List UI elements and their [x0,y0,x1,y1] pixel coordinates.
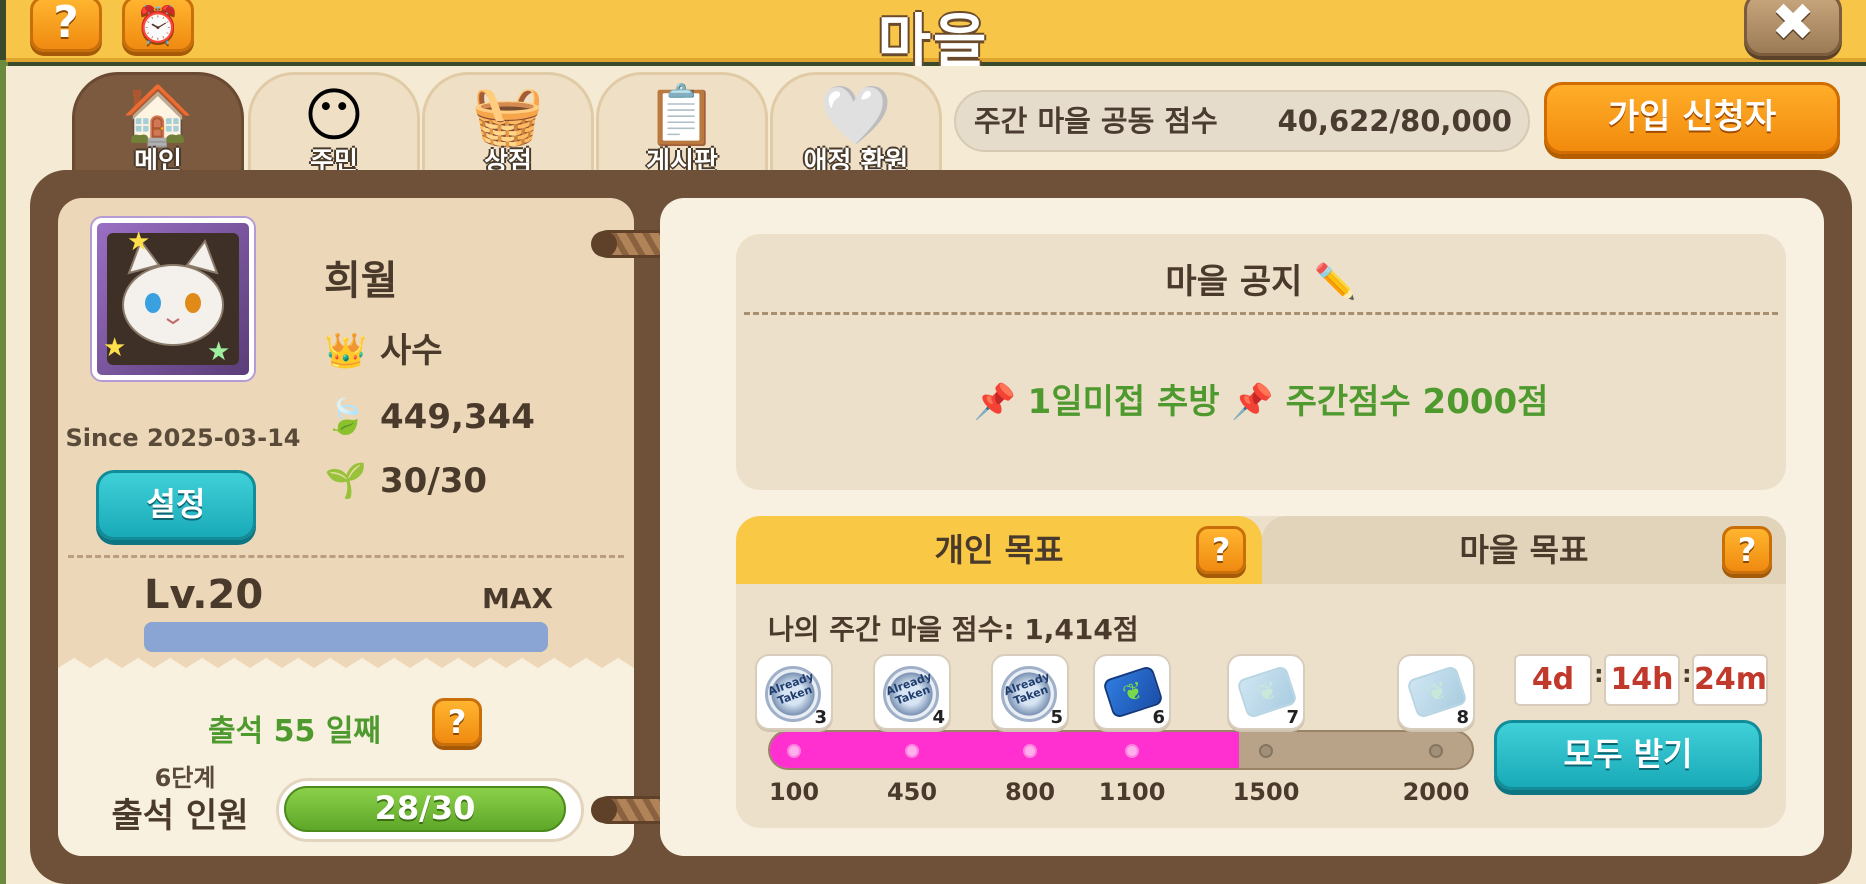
join-applicants-button[interactable]: 가입 신청자 [1544,82,1840,154]
milestone-score: 450 [886,778,938,806]
members-value: 30/30 [380,461,488,501]
notice-divider [744,312,1778,315]
help-button[interactable]: ? [30,0,102,52]
role-value: 사수 [380,331,443,371]
crown-icon: 👑 [324,331,368,371]
sprout-icon: 🌱 [324,461,368,501]
milestone-dot [1125,744,1139,758]
weekly-score-value: 40,622/80,000 [1277,104,1512,138]
reward-number: 6 [1152,707,1165,728]
village-notice: 마을 공지 ✏️ 📌 1일미접 추방 📌 주간점수 2000점 [736,234,1786,490]
attendance-label: 출석 인원 [111,796,249,836]
level-label: Lv.20 [144,572,264,618]
my-weekly-score: 나의 주간 마을 점수: 1,414점 [768,613,1139,646]
house-icon: 🏠 [121,81,195,149]
reward-number: 4 [932,707,945,728]
timer-separator: : [1594,660,1604,688]
tab-village-goal[interactable]: 마을 목표 [1262,516,1786,584]
goals-panel: 개인 목표 ? 마을 목표 ? 나의 주간 마을 점수: 1,414점 Alre… [736,516,1786,828]
alarm-icon: ⏰ [135,5,181,46]
tab-label: 마을 목표 [1459,531,1589,569]
timer-days: 4d [1514,654,1592,706]
milestone-score: 1100 [1098,778,1166,806]
milestone-dot [787,744,801,758]
attendance-help-button[interactable]: ? [432,698,482,746]
milestone-dot [1259,744,1273,758]
reward-number: 3 [814,707,827,728]
village-goal-help-button[interactable]: ? [1722,526,1772,574]
leaf-icon: 🍃 [324,397,368,437]
tab-affection-return[interactable]: 🤍 애정 환원 [770,72,942,180]
reward-number: 5 [1050,707,1063,728]
tab-shop[interactable]: 🧺 상점 [422,72,594,180]
profile-panel: ★ ★ ★ Since 2025-03-14 설정 희월 👑 사수 🍃 449,34… [58,198,634,856]
alarm-button[interactable]: ⏰ [122,0,194,52]
role-row: 👑 사수 [320,326,443,376]
milestone-score: 2000 [1402,778,1470,806]
avatar-image: ★ ★ ★ [103,227,239,367]
tab-main[interactable]: 🏠 메인 [72,72,244,180]
settings-button[interactable]: 설정 [96,470,256,540]
goal-progress-fill [770,732,1240,768]
personal-goal-help-button[interactable]: ? [1196,526,1246,574]
board-icon: 📋 [645,81,719,149]
max-label: MAX [482,582,554,615]
weekly-score-label: 주간 마을 공동 점수 [974,104,1218,138]
close-button[interactable]: ✖ [1744,0,1842,56]
milestone-score: 1500 [1232,778,1300,806]
reward-number: 7 [1286,707,1299,728]
timer-minutes: 24m [1692,654,1768,706]
milestone-score: 100 [768,778,820,806]
reward-3[interactable]: Already Taken 5 [991,654,1069,730]
reward-5[interactable]: ❦ 7 [1227,654,1305,730]
basket-icon: 🧺 [471,81,545,149]
tab-label: 개인 목표 [934,531,1064,569]
timer-separator: : [1682,660,1692,688]
reward-2[interactable]: Already Taken 4 [873,654,951,730]
heart-icon: 🤍 [819,81,893,149]
notice-title: 마을 공지 ✏️ [736,254,1786,303]
resident-icon: 😶 [303,81,365,149]
notice-title-text: 마을 공지 [1165,262,1303,302]
milestone-score: 800 [1004,778,1056,806]
milestone-dot [905,744,919,758]
star-icon: ★ [207,337,231,367]
goal-progress-track [768,730,1474,770]
avatar[interactable]: ★ ★ ★ [92,218,254,380]
milestone-dot [1023,744,1037,758]
leaves-value: 449,344 [380,397,535,437]
reward-number: 8 [1456,707,1469,728]
reward-4[interactable]: ❦ 6 [1093,654,1171,730]
milestone-dot [1429,744,1443,758]
tab-board[interactable]: 📋 게시판 [596,72,768,180]
star-icon: ★ [127,227,151,257]
members-row: 🌱 30/30 [320,456,487,506]
since-date: Since 2025-03-14 [65,424,301,452]
claim-all-button[interactable]: 모두 받기 [1494,720,1762,790]
pencil-icon[interactable]: ✏️ [1314,262,1356,302]
attendance-bar: 28/30 [284,786,566,832]
notice-body: 📌 1일미접 추방 📌 주간점수 2000점 [973,382,1549,422]
leaves-row: 🍃 449,344 [320,392,535,442]
attendance-days: 출석 55 일째 [208,714,382,749]
divider [68,555,624,558]
level-progress-bar [144,622,548,652]
zigzag-divider [58,658,634,682]
tab-residents[interactable]: 😶 주민 [248,72,420,180]
tab-personal-goal[interactable]: 개인 목표 [736,516,1262,584]
village-name: 희월 [324,258,398,304]
star-icon: ★ [103,333,127,363]
timer-hours: 14h [1604,654,1680,706]
reward-6[interactable]: ❦ 8 [1397,654,1475,730]
weekly-village-score: 주간 마을 공동 점수 40,622/80,000 [954,90,1530,152]
reward-1[interactable]: Already Taken 3 [755,654,833,730]
